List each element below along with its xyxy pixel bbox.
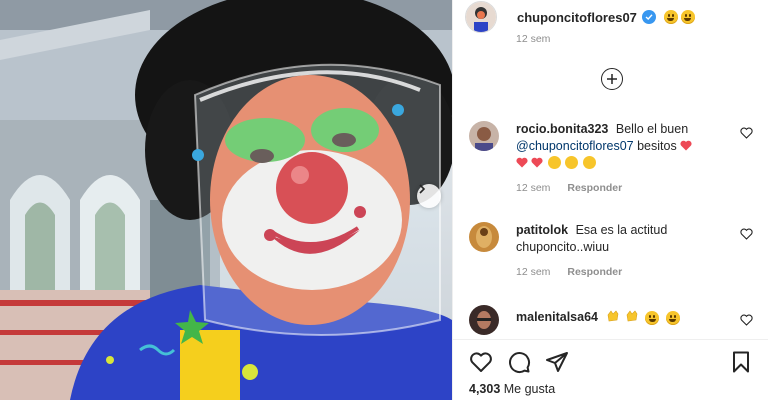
red-heart-emoji-icon [516,157,528,168]
comment-age: 12 sem [516,182,551,194]
comment-text: rocio.bonita323 Bello el buen @chuponcit… [516,121,727,197]
comment-text-part: Bello el buen [615,122,689,136]
red-heart-emoji-icon [680,140,692,151]
commenter-username[interactable]: patitolok [516,223,568,237]
comment-text: malenitalsa64 [516,309,727,326]
heart-outline-icon[interactable] [740,314,753,326]
comment-text: patitolok Esa es la actitud chuponcito..… [516,222,727,281]
reply-button[interactable]: Responder [567,182,622,194]
comment-item: rocio.bonita323 Bello el buen @chuponcit… [469,121,753,201]
kissing-emoji-icon [582,156,596,169]
commenter-avatar[interactable] [469,222,499,252]
heart-outline-icon[interactable] [740,228,753,240]
author-username[interactable]: chuponcito​flores07 [517,10,637,25]
clapping-hands-emoji-icon [608,310,619,322]
plus-icon [607,74,617,84]
kissing-emoji-icon [547,156,561,169]
clown-selfie-image [0,0,452,400]
heart-outline-icon[interactable] [740,127,753,139]
clapping-hands-emoji-icon [626,310,638,322]
author-avatar[interactable] [465,1,497,33]
likes-label: Me gusta [503,382,556,396]
likes-number: 4,303 [469,382,501,396]
comment-item: malenitalsa64 [469,305,753,335]
commenter-avatar[interactable] [469,121,499,151]
kissing-emoji-icon [565,156,579,169]
comment-age: 12 sem [516,266,551,278]
comment-meta: 12 sem Responder [516,180,727,197]
comment-mention-link[interactable]: @chuponcitoflores07 [516,139,634,153]
comment-bubble-icon[interactable] [507,350,531,374]
paper-plane-icon[interactable] [545,350,569,374]
load-more-comments-button[interactable] [601,68,623,90]
smiley-emoji-icon [680,10,695,24]
heart-outline-icon[interactable] [469,350,493,374]
post-age: 12 sem [516,33,551,45]
commenter-username[interactable]: rocio.bonita323 [516,122,608,136]
divider [453,339,768,340]
bookmark-icon[interactable] [729,350,753,374]
post-photo [0,0,452,400]
likes-count[interactable]: 4,303 Me gusta [469,382,555,396]
post-side-panel: chuponcito​flores07 12 sem rocio.bonita3… [452,0,768,400]
commenter-username[interactable]: malenitalsa64 [516,310,598,324]
comment-text-part: besitos [637,139,677,153]
chevron-right-icon [419,184,426,194]
smiley-emoji-icon [663,10,678,24]
reply-button[interactable]: Responder [567,266,622,278]
verified-badge-icon [641,10,656,24]
commenter-avatar[interactable] [469,305,499,335]
smiley-emoji-icon [645,310,660,325]
comment-meta: 12 sem Responder [516,264,727,281]
post-actions-bar [469,350,753,376]
comment-item: patitolok Esa es la actitud chuponcito..… [469,222,753,287]
post-header: chuponcito​flores07 [465,0,759,34]
red-heart-emoji-icon [531,157,544,168]
smiley-emoji-icon [665,310,680,325]
next-photo-button[interactable] [417,184,441,208]
